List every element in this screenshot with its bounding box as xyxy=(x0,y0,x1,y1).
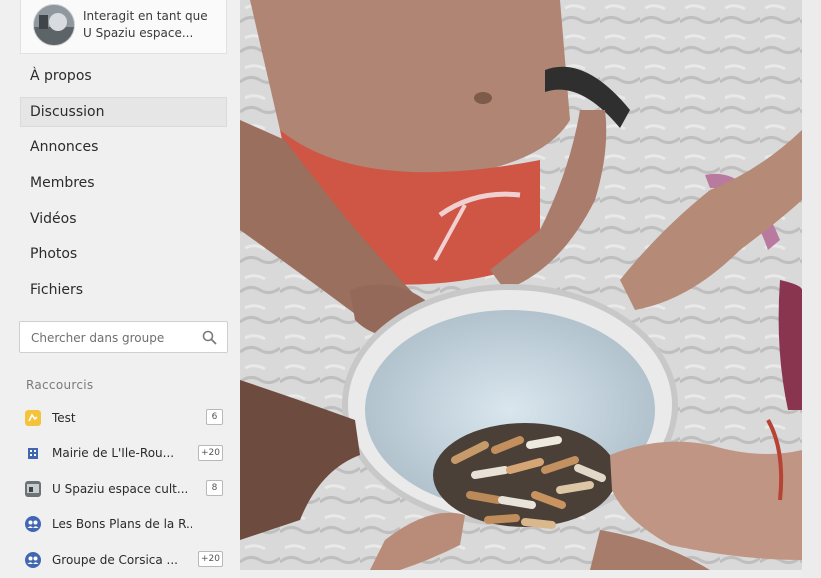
nav-item-label: Fichiers xyxy=(30,281,84,298)
nav-item-label: Discussion xyxy=(30,103,105,120)
blue-group-icon xyxy=(25,551,41,568)
right-margin xyxy=(802,0,821,578)
post-photo[interactable] xyxy=(240,0,802,570)
nav-item-label: À propos xyxy=(30,67,92,84)
shortcut-name: Les Bons Plans de la R... xyxy=(52,517,192,532)
shortcut-badge: +20 xyxy=(198,444,223,461)
nav-item-discussion[interactable]: Discussion xyxy=(0,94,240,130)
nav-item-fichiers[interactable]: Fichiers xyxy=(0,272,240,308)
group-search-box xyxy=(19,321,228,353)
nav-item-a-propos[interactable]: À propos xyxy=(0,58,240,94)
shortcuts-heading: Raccourcis xyxy=(26,378,94,392)
page-avatar xyxy=(33,4,75,46)
shortcut-item[interactable]: U Spaziu espace cult... 8 xyxy=(0,471,240,507)
acting-as-switcher[interactable]: Interagit en tant que U Spaziu espace... xyxy=(20,0,227,54)
shortcut-badge: +20 xyxy=(198,551,223,567)
nav-item-annonces[interactable]: Annonces xyxy=(0,129,240,165)
group-search-input[interactable] xyxy=(29,328,198,348)
group-nav: À propos Discussion Annonces Membres Vid… xyxy=(0,58,240,308)
shortcut-item[interactable]: Mairie de L'Ile-Rou... +20 xyxy=(0,436,240,472)
building-icon xyxy=(28,448,38,460)
shortcut-badge: 6 xyxy=(206,409,223,425)
search-icon[interactable] xyxy=(202,330,217,345)
cigarette-butts xyxy=(433,423,617,529)
acting-as-line2: U Spaziu espace... xyxy=(83,26,194,40)
blue-group-icon xyxy=(25,516,41,533)
shortcut-name: Mairie de L'Ile-Rou... xyxy=(52,446,175,461)
nav-item-label: Membres xyxy=(30,174,95,191)
nav-item-label: Annonces xyxy=(30,139,99,156)
nav-item-label: Photos xyxy=(30,246,78,263)
shortcuts-list: Test 6 Mairie de L'Ile-Rou... +20 U Spaz… xyxy=(0,400,240,578)
shortcut-item[interactable]: Test 6 xyxy=(0,400,240,436)
shortcut-item[interactable]: Groupe de Corsica ... +20 xyxy=(0,542,240,578)
beach-photo-illustration xyxy=(240,0,802,570)
shortcut-badge: 8 xyxy=(206,480,223,496)
page-photo-icon xyxy=(25,480,41,497)
nav-item-photos[interactable]: Photos xyxy=(0,236,240,272)
nav-item-membres[interactable]: Membres xyxy=(0,165,240,201)
shortcut-name: Test xyxy=(52,410,76,425)
nav-item-videos[interactable]: Vidéos xyxy=(0,201,240,237)
group-sidebar: Interagit en tant que U Spaziu espace...… xyxy=(0,0,240,578)
acting-as-line1: Interagit en tant que xyxy=(83,9,208,23)
shortcut-item[interactable]: Les Bons Plans de la R... xyxy=(0,507,240,543)
shortcut-name: Groupe de Corsica ... xyxy=(52,552,178,567)
acting-as-label: Interagit en tant que U Spaziu espace... xyxy=(83,8,223,42)
bottom-margin xyxy=(240,570,802,578)
yellow-group-icon xyxy=(25,409,41,426)
shortcut-name: U Spaziu espace cult... xyxy=(52,481,189,496)
nav-item-label: Vidéos xyxy=(30,210,77,227)
